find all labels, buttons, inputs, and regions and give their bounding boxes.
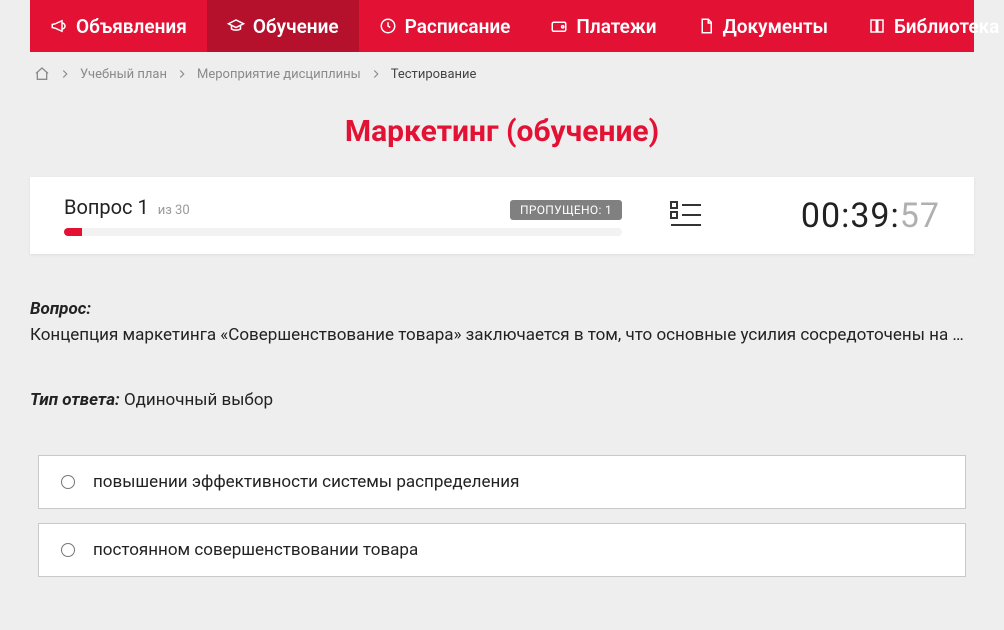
breadcrumb-current: Тестирование xyxy=(391,67,477,82)
nav-documents[interactable]: Документы xyxy=(677,0,848,52)
home-icon[interactable] xyxy=(34,66,50,82)
top-nav: Объявления Обучение Расписание Платежи Д… xyxy=(30,0,974,52)
nav-label: Расписание xyxy=(405,15,511,38)
question-label: Вопрос: xyxy=(30,299,91,319)
nav-label: Документы xyxy=(723,15,828,38)
status-left: Вопрос 1 из 30 ПРОПУЩЕНО: 1 xyxy=(64,195,622,236)
answer-radio[interactable] xyxy=(61,543,75,557)
timer-seconds: 57 xyxy=(900,196,940,236)
chevron-right-icon xyxy=(58,67,72,81)
nav-label: Обучение xyxy=(253,15,339,38)
page-title: Маркетинг (обучение) xyxy=(30,114,974,149)
nav-schedule[interactable]: Расписание xyxy=(359,0,531,52)
nav-label: Платежи xyxy=(576,15,656,38)
answer-text: постоянном совершенствовании товара xyxy=(93,540,418,560)
skipped-badge: ПРОПУЩЕНО: 1 xyxy=(510,200,622,220)
megaphone-icon xyxy=(50,17,68,35)
question-list-button[interactable] xyxy=(652,200,720,232)
answer-radio[interactable] xyxy=(61,475,75,489)
nav-learning[interactable]: Обучение xyxy=(207,0,359,52)
nav-announcements[interactable]: Объявления xyxy=(30,0,207,52)
progress-fill xyxy=(64,228,82,236)
breadcrumb-link-plan[interactable]: Учебный план xyxy=(80,67,167,82)
list-icon xyxy=(670,200,702,228)
question-total: из 30 xyxy=(158,203,190,218)
chevron-right-icon xyxy=(175,67,189,81)
clock-icon xyxy=(379,17,397,35)
chevron-right-icon xyxy=(369,67,383,81)
doc-icon xyxy=(697,17,715,35)
answer-option[interactable]: постоянном совершенствовании товара xyxy=(38,523,966,577)
answer-type-label: Тип ответа: xyxy=(30,390,120,410)
answer-option[interactable]: повышении эффективности системы распреде… xyxy=(38,455,966,509)
question-number: Вопрос 1 xyxy=(64,195,149,219)
question-body: Вопрос: Концепция маркетинга «Совершенст… xyxy=(30,296,974,413)
nav-library[interactable]: Библиотека xyxy=(848,0,1004,52)
timer-main: 00:39: xyxy=(801,196,900,236)
progress-bar xyxy=(64,228,622,236)
breadcrumb-link-event[interactable]: Мероприятие дисциплины xyxy=(197,67,361,82)
book-icon xyxy=(868,17,886,35)
answer-list: повышении эффективности системы распреде… xyxy=(30,455,974,577)
graduation-icon xyxy=(227,17,245,35)
nav-label: Библиотека xyxy=(894,15,999,38)
nav-payments[interactable]: Платежи xyxy=(530,0,676,52)
wallet-icon xyxy=(550,17,568,35)
answer-text: повышении эффективности системы распреде… xyxy=(93,472,519,492)
breadcrumb: Учебный план Мероприятие дисциплины Тест… xyxy=(30,52,974,96)
timer: 00:39:57 xyxy=(750,196,940,236)
question-counter: Вопрос 1 из 30 xyxy=(64,195,190,219)
nav-label: Объявления xyxy=(76,15,187,38)
question-text: Концепция маркетинга «Совершенствование … xyxy=(30,325,964,345)
answer-type-value: Одиночный выбор xyxy=(124,390,273,410)
status-card: Вопрос 1 из 30 ПРОПУЩЕНО: 1 xyxy=(30,177,974,254)
